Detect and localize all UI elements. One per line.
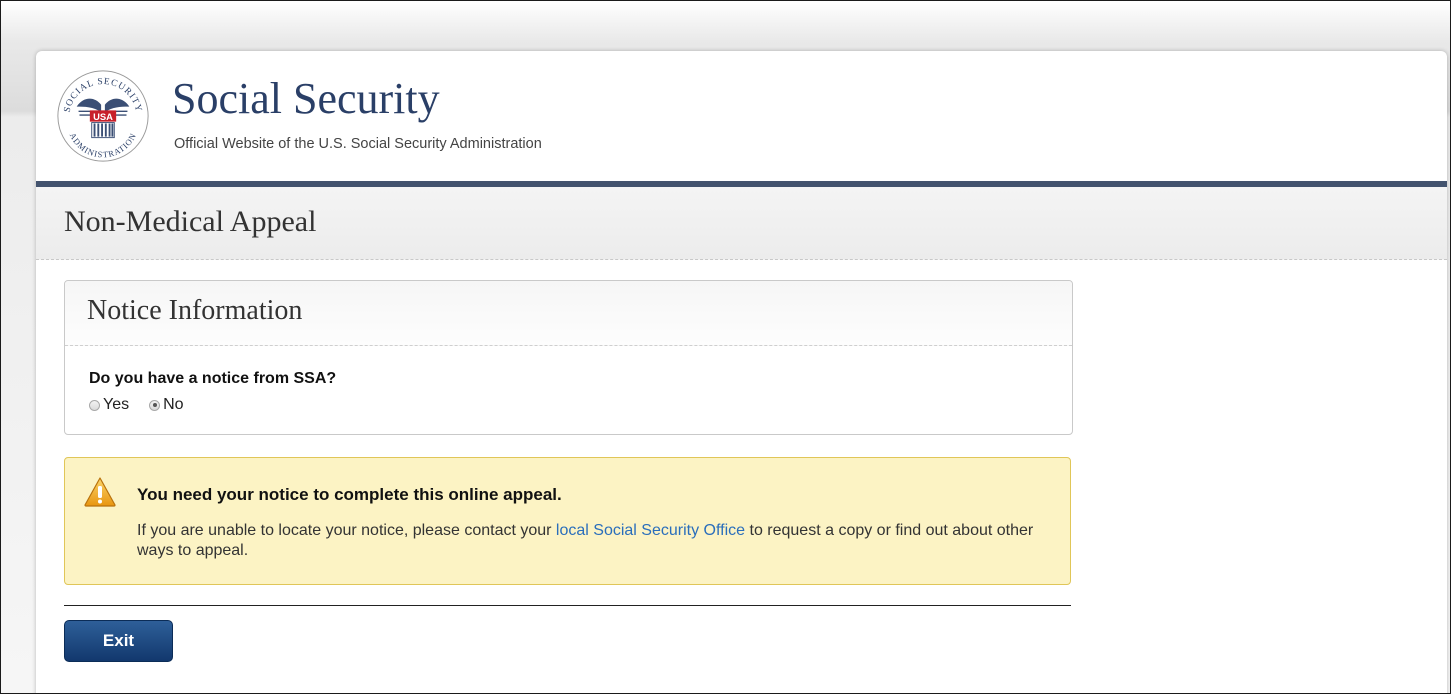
warning-icon <box>84 477 116 507</box>
exit-button[interactable]: Exit <box>64 620 173 662</box>
alert-title: You need your notice to complete this on… <box>137 485 562 504</box>
page-card: SOCIAL SECURITY ADMINISTRATION USA Socia… <box>36 51 1447 693</box>
site-title: Social Security <box>172 74 440 123</box>
ssa-seal-logo[interactable]: SOCIAL SECURITY ADMINISTRATION USA <box>56 69 150 163</box>
local-office-link[interactable]: local Social Security Office <box>556 522 745 539</box>
page-title-band: Non-Medical Appeal <box>36 187 1447 260</box>
section-divider <box>64 605 1071 606</box>
svg-text:USA: USA <box>93 111 113 122</box>
page-title: Non-Medical Appeal <box>64 205 317 238</box>
radio-yes-button[interactable] <box>89 399 100 411</box>
notice-required-alert: You need your notice to complete this on… <box>64 457 1071 585</box>
site-header: SOCIAL SECURITY ADMINISTRATION USA Socia… <box>36 51 1447 187</box>
site-subtitle: Official Website of the U.S. Social Secu… <box>174 136 542 152</box>
alert-text-before: If you are unable to locate your notice,… <box>137 522 556 539</box>
main-content: Notice Information Do you have a notice … <box>36 260 1074 662</box>
radio-yes-label[interactable]: Yes <box>103 396 129 414</box>
radio-no[interactable]: No <box>149 396 184 414</box>
browser-frame: SOCIAL SECURITY ADMINISTRATION USA Socia… <box>0 0 1451 694</box>
radio-no-button[interactable] <box>149 399 161 411</box>
panel-body: Do you have a notice from SSA? Yes No <box>65 346 1072 434</box>
notice-information-panel: Notice Information Do you have a notice … <box>64 280 1073 435</box>
radio-yes[interactable]: Yes <box>89 396 129 414</box>
alert-message: If you are unable to locate your notice,… <box>137 521 1057 561</box>
notice-question: Do you have a notice from SSA? <box>89 370 337 387</box>
notice-radio-group: Yes No <box>89 396 1050 414</box>
panel-header: Notice Information <box>65 281 1072 346</box>
panel-title: Notice Information <box>87 295 303 326</box>
radio-no-label[interactable]: No <box>163 396 183 414</box>
